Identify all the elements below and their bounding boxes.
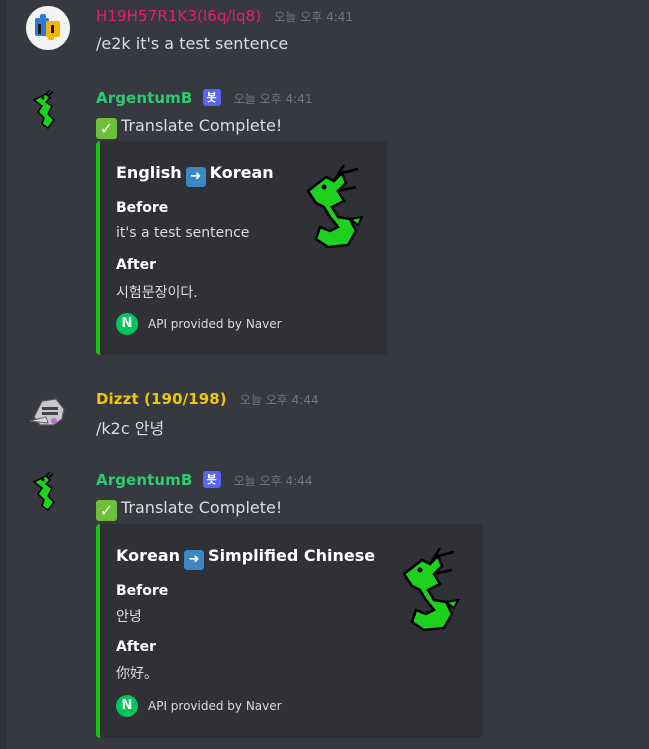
timestamp: 오늘 오후 4:41	[233, 92, 313, 106]
before-label: Before	[116, 200, 169, 216]
message-text: Translate Complete!	[121, 498, 283, 517]
message-text: Translate Complete!	[121, 116, 283, 135]
username[interactable]: ArgentumB	[96, 471, 192, 489]
bot-tag: 봇	[202, 471, 221, 488]
message-content: ✓ Translate Complete!	[96, 116, 282, 139]
after-label: After	[116, 639, 157, 655]
timestamp: 오늘 오후 4:44	[233, 474, 313, 488]
bot-avatar[interactable]	[26, 88, 70, 132]
embed-title: English ➜ Korean	[116, 163, 274, 187]
puzzle-piece-icon	[26, 6, 70, 50]
green-dragon-icon[interactable]	[394, 544, 474, 634]
message-content: /e2k it's a test sentence	[96, 34, 289, 53]
right-arrow-icon: ➜	[184, 550, 205, 570]
bot-avatar[interactable]	[26, 470, 70, 514]
knight-helmet-icon	[29, 398, 65, 426]
translation-embed: Korean ➜ Simplified Chinese Before 안녕 Afte…	[96, 524, 483, 738]
footer-text: API provided by Naver	[148, 317, 282, 331]
message-header: Dizzt (190/198) 오늘 오후 4:44	[96, 389, 319, 408]
timestamp: 오늘 오후 4:44	[239, 393, 319, 407]
message-content: /k2c 안녕	[96, 419, 165, 438]
after-value: 你好。	[116, 666, 158, 682]
source-language: Korean	[116, 546, 181, 565]
message-content: ✓ Translate Complete!	[96, 498, 282, 521]
target-language: Korean	[209, 163, 274, 182]
before-label: Before	[116, 583, 169, 599]
after-label: After	[116, 257, 157, 273]
naver-icon: N	[116, 313, 138, 335]
username[interactable]: ArgentumB	[96, 89, 192, 107]
green-dragon-icon[interactable]	[298, 161, 378, 251]
embed-title: Korean ➜ Simplified Chinese	[116, 546, 375, 570]
green-dragon-icon	[32, 471, 55, 512]
user-avatar[interactable]	[26, 389, 70, 433]
translation-embed: English ➜ Korean Before it's a test senten…	[96, 141, 387, 355]
check-mark-icon: ✓	[96, 500, 117, 521]
green-dragon-icon	[32, 89, 55, 130]
username[interactable]: H19H57R1K3(l6q/lq8)	[96, 7, 261, 25]
check-mark-icon: ✓	[96, 118, 117, 139]
message-header: ArgentumB 봇 오늘 오후 4:41	[96, 88, 312, 107]
embed-footer: N API provided by Naver	[116, 695, 282, 717]
before-value: it's a test sentence	[116, 225, 250, 241]
message-header: H19H57R1K3(l6q/lq8) 오늘 오후 4:41	[96, 6, 353, 25]
user-avatar[interactable]	[26, 6, 70, 50]
right-arrow-icon: ➜	[185, 167, 206, 187]
naver-icon: N	[116, 695, 138, 717]
username[interactable]: Dizzt (190/198)	[96, 390, 227, 408]
footer-text: API provided by Naver	[148, 699, 282, 713]
target-language: Simplified Chinese	[208, 546, 376, 565]
chat-page: H19H57R1K3(l6q/lq8) 오늘 오후 4:41 /e2k it's…	[0, 0, 649, 749]
before-value: 안녕	[116, 609, 142, 625]
left-scroll-strip	[0, 0, 7, 749]
after-value: 시험문장이다.	[116, 285, 198, 301]
embed-footer: N API provided by Naver	[116, 313, 282, 335]
source-language: English	[116, 163, 182, 182]
timestamp: 오늘 오후 4:41	[274, 10, 354, 24]
message-header: ArgentumB 봇 오늘 오후 4:44	[96, 470, 312, 489]
bot-tag: 봇	[202, 89, 221, 106]
